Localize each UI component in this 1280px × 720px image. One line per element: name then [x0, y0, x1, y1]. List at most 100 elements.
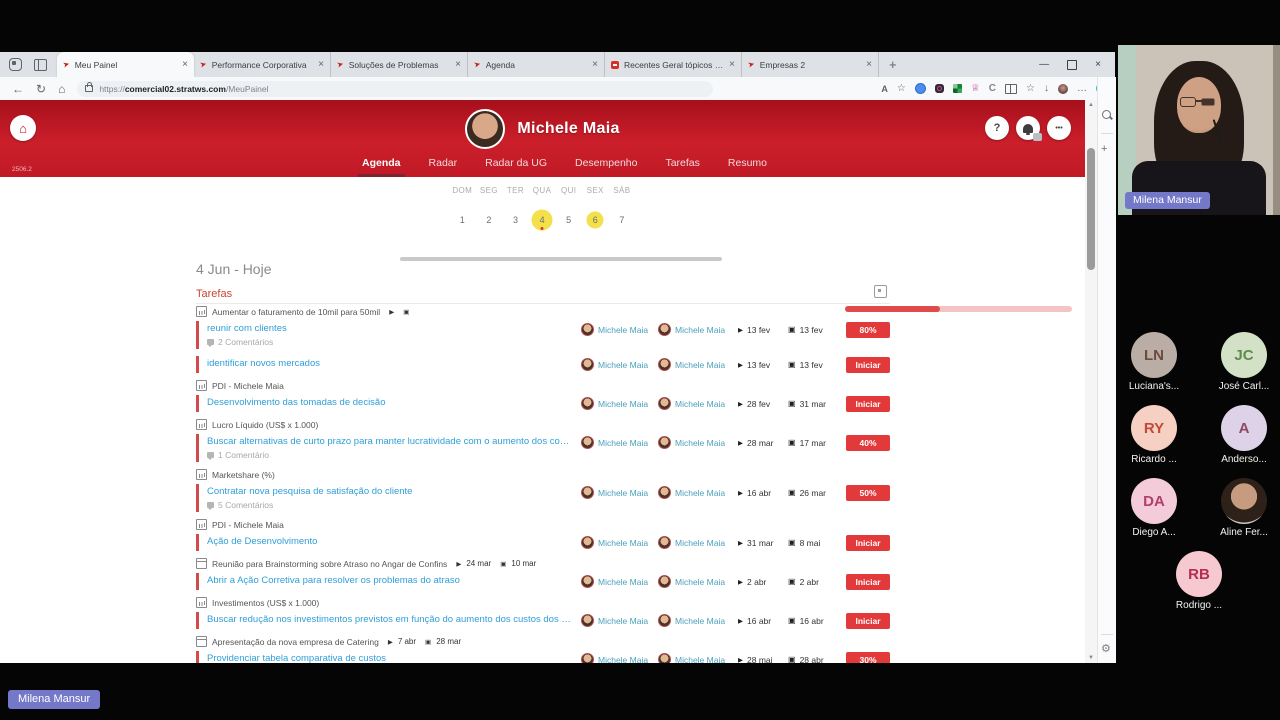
collections-icon[interactable]: ☆ — [1026, 83, 1035, 95]
nav-tab-resumo[interactable]: Resumo — [726, 153, 769, 177]
calendar-date[interactable]: 2 — [476, 209, 503, 231]
nav-tab-radar[interactable]: Radar — [427, 153, 460, 177]
task-title-link[interactable]: Contratar nova pesquisa de satisfação do… — [207, 486, 575, 497]
task-executor[interactable]: Michele Maia — [658, 323, 738, 336]
participant[interactable]: RB Rodrigo ... — [1167, 551, 1231, 611]
status-badge[interactable]: Iniciar — [846, 534, 890, 551]
extension-grid-icon[interactable] — [952, 84, 962, 93]
task-row[interactable]: Buscar redução nos investimentos previst… — [196, 612, 890, 629]
task-responsible[interactable]: Michele Maia — [581, 614, 658, 627]
nav-tab-radar-da-ug[interactable]: Radar da UG — [483, 153, 549, 177]
task-comments[interactable]: 2 Comentários — [207, 337, 575, 347]
participant[interactable]: A Anderso... — [1212, 405, 1276, 465]
task-comments[interactable]: 5 Comentários — [207, 500, 575, 510]
tab-close-icon[interactable]: × — [729, 59, 735, 70]
page-scrollbar[interactable]: ▲ ▼ — [1085, 100, 1097, 663]
status-badge[interactable]: Iniciar — [846, 612, 890, 629]
status-badge[interactable]: 30% — [846, 651, 890, 663]
task-title-link[interactable]: Desenvolvimento das tomadas de decisão — [207, 397, 575, 408]
task-executor[interactable]: Michele Maia — [658, 653, 738, 663]
task-row[interactable]: Buscar alternativas de curto prazo para … — [196, 434, 890, 462]
tab-close-icon[interactable]: × — [182, 59, 188, 70]
task-responsible[interactable]: Michele Maia — [581, 536, 658, 549]
task-title-link[interactable]: identificar novos mercados — [207, 358, 575, 369]
more-options-icon[interactable]: … — [1077, 83, 1087, 95]
search-icon[interactable] — [1102, 110, 1111, 119]
tab-close-icon[interactable]: × — [866, 59, 872, 70]
task-executor[interactable]: Michele Maia — [658, 358, 738, 371]
tab-activity-icon[interactable] — [9, 58, 22, 71]
calendar-date[interactable]: 6 — [582, 209, 609, 231]
browser-tab[interactable]: ➤ Agenda × — [468, 52, 605, 77]
status-badge[interactable]: 50% — [846, 484, 890, 501]
task-executor[interactable]: Michele Maia — [658, 614, 738, 627]
address-bar[interactable]: https://comercial02.stratws.com/MeuPaine… — [77, 80, 714, 97]
help-button[interactable]: ? — [985, 116, 1009, 140]
task-responsible[interactable]: Michele Maia — [581, 436, 658, 449]
favorite-star-icon[interactable]: ☆ — [897, 83, 906, 95]
extension-crown-icon[interactable]: ♕ — [971, 83, 980, 95]
nav-tab-desempenho[interactable]: Desempenho — [573, 153, 639, 177]
task-row[interactable]: identificar novos mercados Michele Maia Mi… — [196, 356, 890, 373]
status-badge[interactable]: Iniciar — [846, 395, 890, 412]
more-menu-button[interactable]: ••• — [1047, 116, 1071, 140]
extension-camera-icon[interactable] — [934, 84, 944, 93]
calendar-date[interactable]: 4 — [529, 209, 556, 231]
task-title-link[interactable]: Buscar alternativas de curto prazo para … — [207, 436, 575, 447]
participant[interactable]: LN Luciana's... — [1122, 332, 1186, 392]
window-maximize-button[interactable] — [1067, 59, 1078, 70]
extension-blue-icon[interactable] — [914, 83, 926, 94]
new-tab-button[interactable]: + — [889, 57, 897, 72]
task-title-link[interactable]: reunir com clientes — [207, 323, 575, 334]
status-badge[interactable]: 40% — [846, 434, 890, 451]
browser-tab[interactable]: ➤ Performance Corporativa × — [194, 52, 331, 77]
task-executor[interactable]: Michele Maia — [658, 436, 738, 449]
task-responsible[interactable]: Michele Maia — [581, 653, 658, 663]
task-executor[interactable]: Michele Maia — [658, 575, 738, 588]
calendar-date[interactable]: 3 — [502, 209, 529, 231]
task-responsible[interactable]: Michele Maia — [581, 486, 658, 499]
notifications-button[interactable] — [1016, 116, 1042, 141]
participant[interactable]: DA Diego A... — [1122, 478, 1186, 538]
task-row[interactable]: Providenciar tabela comparativa de custo… — [196, 651, 890, 663]
task-title-link[interactable]: Abrir a Ação Corretiva para resolver os … — [207, 575, 575, 586]
window-minimize-button[interactable]: — — [1039, 59, 1049, 70]
tab-close-icon[interactable]: × — [592, 59, 598, 70]
browser-tab[interactable]: ➤ Soluções de Problemas × — [331, 52, 468, 77]
task-title-link[interactable]: Providenciar tabela comparativa de custo… — [207, 653, 575, 663]
export-icon[interactable] — [874, 285, 887, 298]
nav-tab-tarefas[interactable]: Tarefas — [663, 153, 701, 177]
task-executor[interactable]: Michele Maia — [658, 397, 738, 410]
task-row[interactable]: Contratar nova pesquisa de satisfação do… — [196, 484, 890, 512]
calendar-date[interactable]: 7 — [609, 209, 636, 231]
task-title-link[interactable]: Buscar redução nos investimentos previst… — [207, 614, 575, 625]
task-row[interactable]: Ação de Desenvolvimento Michele Maia Miche… — [196, 534, 890, 551]
status-badge[interactable]: 80% — [846, 321, 890, 338]
calendar-scrollbar[interactable] — [400, 257, 722, 261]
browser-tab[interactable]: ➤ Empresas 2 × — [742, 52, 879, 77]
scroll-up-icon[interactable]: ▲ — [1085, 102, 1097, 108]
task-row[interactable]: Abrir a Ação Corretiva para resolver os … — [196, 573, 890, 590]
participant[interactable]: RY Ricardo ... — [1122, 405, 1186, 465]
status-badge[interactable]: Iniciar — [846, 356, 890, 373]
task-comments[interactable]: 1 Comentário — [207, 450, 575, 460]
task-row[interactable]: reunir com clientes 2 Comentários Michele … — [196, 321, 890, 349]
task-responsible[interactable]: Michele Maia — [581, 323, 658, 336]
window-close-button[interactable]: × — [1095, 59, 1101, 70]
vertical-tabs-icon[interactable] — [34, 58, 47, 71]
status-badge[interactable]: Iniciar — [846, 573, 890, 590]
tab-close-icon[interactable]: × — [455, 59, 461, 70]
task-responsible[interactable]: Michele Maia — [581, 397, 658, 410]
task-responsible[interactable]: Michele Maia — [581, 575, 658, 588]
browser-tab[interactable]: Recentes Geral tópicos - Comuni × — [605, 52, 742, 77]
read-aloud-icon[interactable]: A — [881, 83, 888, 95]
participant[interactable]: Aline Fer... — [1212, 478, 1276, 538]
add-sidebar-icon[interactable]: + — [1101, 143, 1107, 155]
extension-c-icon[interactable]: C — [989, 83, 996, 95]
task-executor[interactable]: Michele Maia — [658, 486, 738, 499]
split-screen-icon[interactable] — [1005, 83, 1018, 94]
scroll-down-icon[interactable]: ▼ — [1085, 655, 1097, 661]
tab-close-icon[interactable]: × — [318, 59, 324, 70]
scrollbar-thumb[interactable] — [1087, 148, 1095, 270]
task-executor[interactable]: Michele Maia — [658, 536, 738, 549]
